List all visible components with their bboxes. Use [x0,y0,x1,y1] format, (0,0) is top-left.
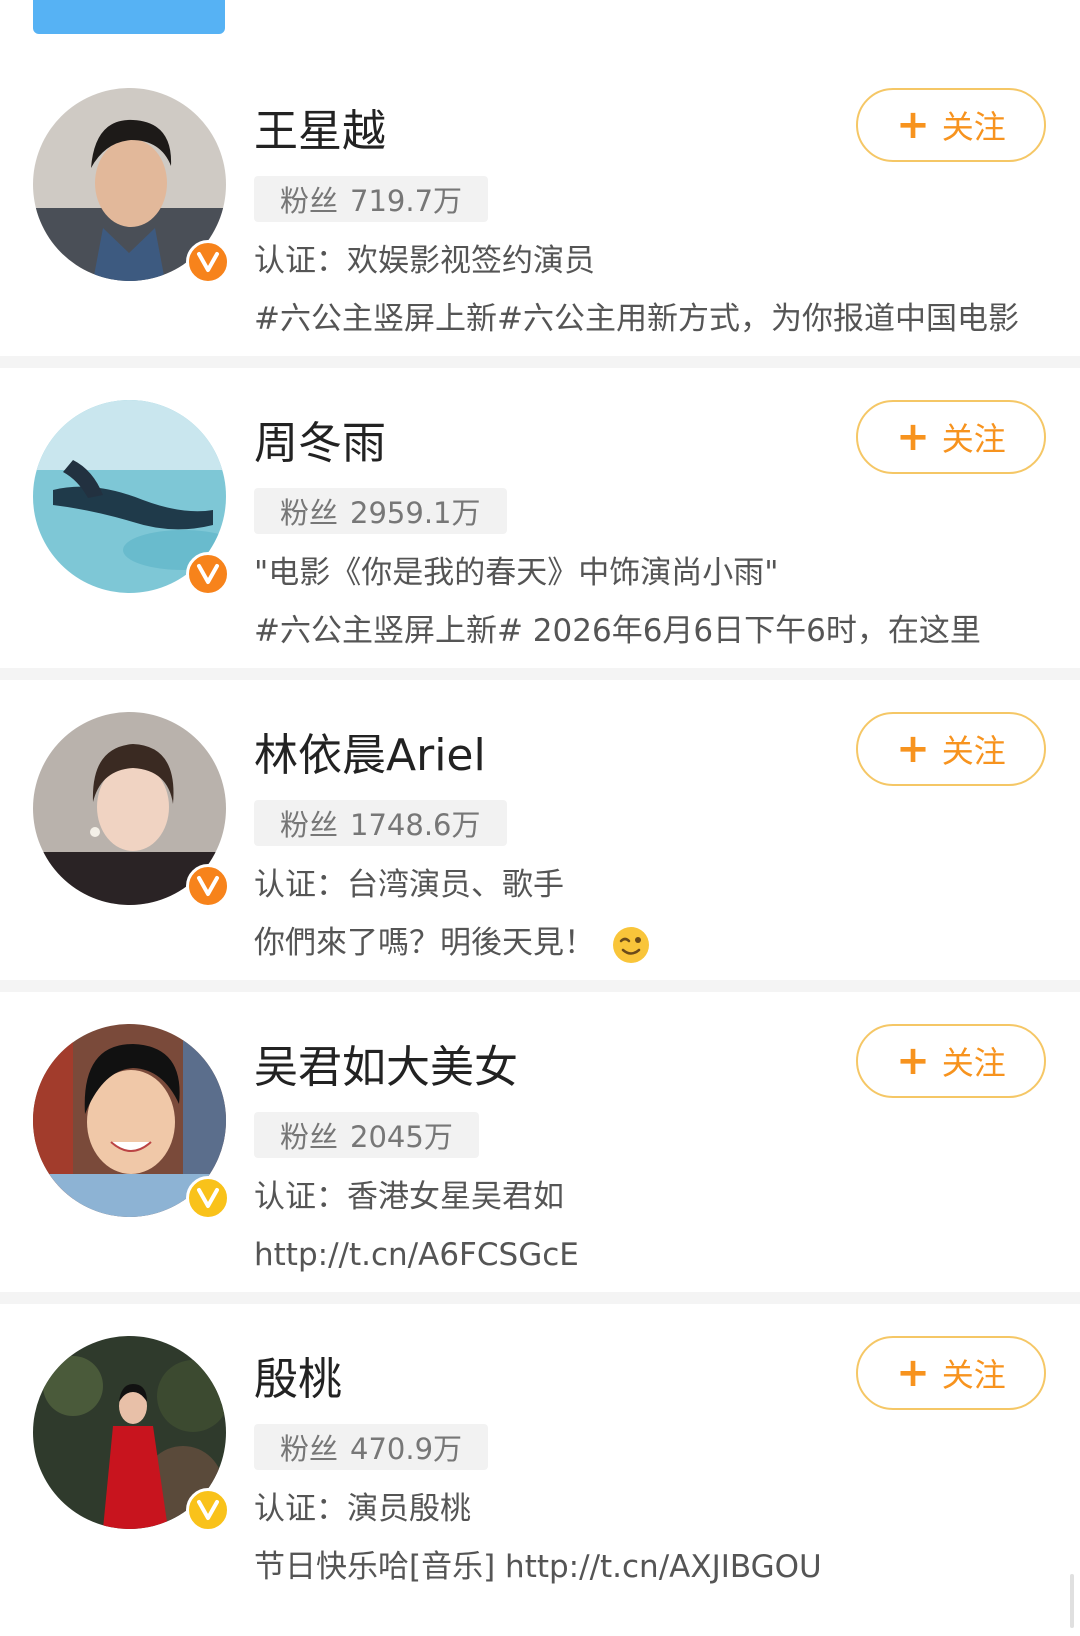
fans-count-badge: 粉丝 2045万 [254,1112,479,1158]
fans-count: 470.9万 [350,1432,463,1466]
verified-badge-icon [186,240,230,284]
latest-post-content: 你們來了嗎？明後天見！ [254,925,595,961]
user-name[interactable]: 王星越 [254,104,386,160]
fans-label: 粉丝 [280,808,339,842]
follow-button-label: 关注 [941,420,1006,458]
user-card[interactable]: 林依晨Ariel 粉丝 1748.6万 认证：台湾演员、歌手 你們來了嗎？明後天… [0,680,1080,980]
fans-count: 2045万 [350,1120,453,1154]
fans-count: 719.7万 [350,184,463,218]
plus-icon: + [896,1350,930,1396]
follow-button[interactable]: + 关注 [856,88,1046,162]
follow-button-label: 关注 [941,1044,1006,1082]
fans-count-badge: 粉丝 2959.1万 [254,488,507,534]
verified-badge-icon [186,552,230,596]
divider [0,356,1080,368]
fans-count-badge: 粉丝 719.7万 [254,176,489,222]
fans-label: 粉丝 [280,1120,339,1154]
user-card[interactable]: 周冬雨 粉丝 2959.1万 "电影《你是我的春天》中饰演尚小雨" #六公主竖屏… [0,368,1080,668]
wink-emoji-icon [613,926,649,963]
user-name[interactable]: 周冬雨 [254,416,386,472]
fans-label: 粉丝 [280,1432,339,1466]
follow-button[interactable]: + 关注 [856,712,1046,786]
follow-button[interactable]: + 关注 [856,400,1046,474]
verified-badge-icon [186,864,230,908]
verification-text: 认证：香港女星吴君如 [254,1179,564,1215]
follow-button[interactable]: + 关注 [856,1024,1046,1098]
latest-post-text: 节日快乐哈[音乐] http://t.cn/AXJIBGOU [254,1549,822,1585]
divider [0,668,1080,680]
plus-icon: + [896,1038,930,1084]
verification-text: 认证：演员殷桃 [254,1491,471,1527]
follow-button-label: 关注 [941,1356,1006,1394]
user-name[interactable]: 吴君如大美女 [254,1040,518,1096]
search-results-page: 王星越 粉丝 719.7万 认证：欢娱影视签约演员 #六公主竖屏上新#六公主用新… [0,0,1080,1636]
divider [0,1292,1080,1304]
latest-post-text: 你們來了嗎？明後天見！ [254,916,1034,970]
scrollbar[interactable] [1070,1574,1074,1628]
user-name[interactable]: 殷桃 [254,1352,342,1408]
follow-button-label: 关注 [941,732,1006,770]
verification-text: 认证：台湾演员、歌手 [254,867,564,903]
plus-icon: + [896,414,930,460]
user-list: 王星越 粉丝 719.7万 认证：欢娱影视签约演员 #六公主竖屏上新#六公主用新… [0,56,1080,1604]
fans-count: 2959.1万 [350,496,481,530]
fans-count-badge: 粉丝 470.9万 [254,1424,489,1470]
user-card[interactable]: 吴君如大美女 粉丝 2045万 认证：香港女星吴君如 http://t.cn/A… [0,992,1080,1292]
latest-post-text: #六公主竖屏上新#六公主用新方式，为你报道中国电影 [254,301,1019,337]
user-card[interactable]: 王星越 粉丝 719.7万 认证：欢娱影视签约演员 #六公主竖屏上新#六公主用新… [0,56,1080,356]
verification-text: 认证：欢娱影视签约演员 [254,243,595,279]
verified-badge-icon [186,1488,230,1532]
user-card[interactable]: 殷桃 粉丝 470.9万 认证：演员殷桃 节日快乐哈[音乐] http://t.… [0,1304,1080,1604]
follow-button-label: 关注 [941,108,1006,146]
verification-text: "电影《你是我的春天》中饰演尚小雨" [254,555,779,591]
plus-icon: + [896,726,930,772]
fans-count: 1748.6万 [350,808,481,842]
latest-post-text: http://t.cn/A6FCSGcE [254,1237,579,1273]
follow-button[interactable]: + 关注 [856,1336,1046,1410]
top-tab-button[interactable] [33,0,225,34]
divider [0,980,1080,992]
fans-label: 粉丝 [280,184,339,218]
plus-icon: + [896,102,930,148]
verified-badge-icon [186,1176,230,1220]
fans-count-badge: 粉丝 1748.6万 [254,800,507,846]
fans-label: 粉丝 [280,496,339,530]
latest-post-text: #六公主竖屏上新# 2026年6月6日下午6时，在这里 [254,613,981,649]
user-name[interactable]: 林依晨Ariel [254,728,486,784]
